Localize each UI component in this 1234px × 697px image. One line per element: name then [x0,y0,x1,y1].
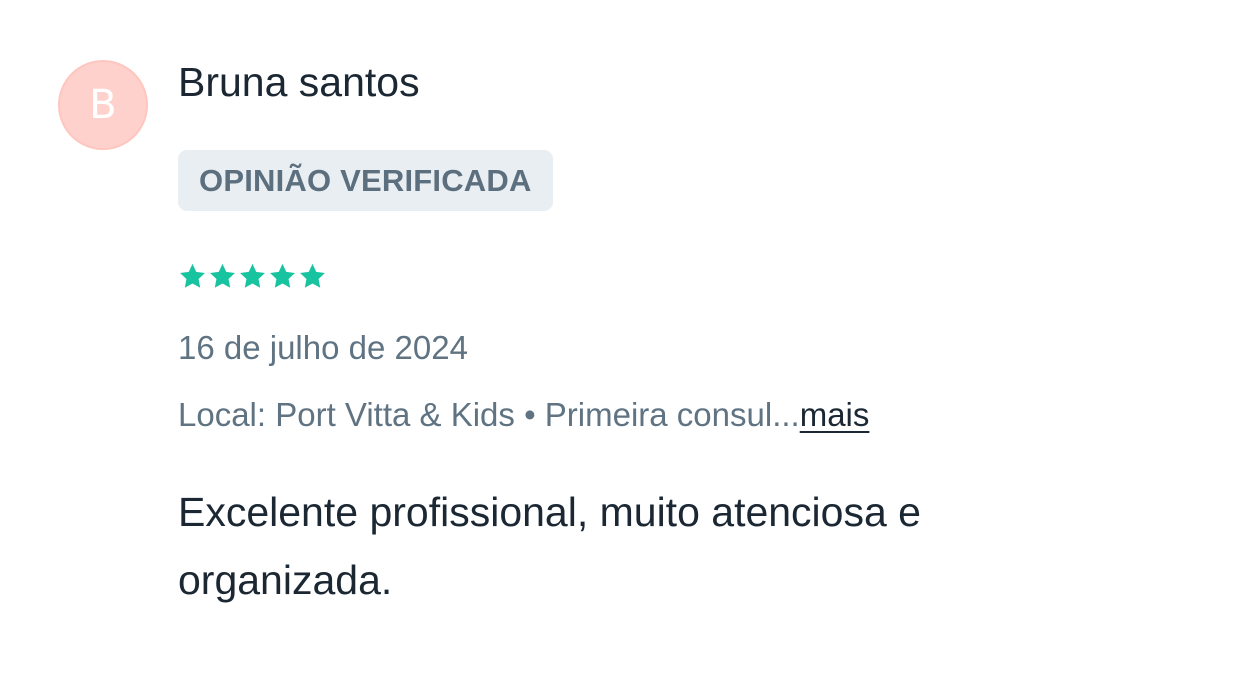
author-name: Bruna santos [178,59,420,105]
star-icon [298,262,327,291]
review-text: Excelente profissional, muito atenciosa … [178,489,921,603]
visit-details-text: Local: Port Vitta & Kids • Primeira cons… [178,396,800,433]
avatar-letter: B [89,82,117,128]
star-rating [178,262,327,291]
verified-badge-label: OPINIÃO VERIFICADA [199,162,532,198]
star-icon [208,262,237,291]
verified-badge: OPINIÃO VERIFICADA [178,150,553,211]
star-icon [238,262,267,291]
star-icon [178,262,207,291]
more-link[interactable]: mais [800,396,870,433]
visit-details: Local: Port Vitta & Kids • Primeira cons… [178,395,869,435]
review-card: B Bruna santos OPINIÃO VERIFICADA 16 de … [0,0,1234,697]
star-icon [268,262,297,291]
avatar: B [58,60,148,150]
review-date: 16 de julho de 2024 [178,329,468,366]
